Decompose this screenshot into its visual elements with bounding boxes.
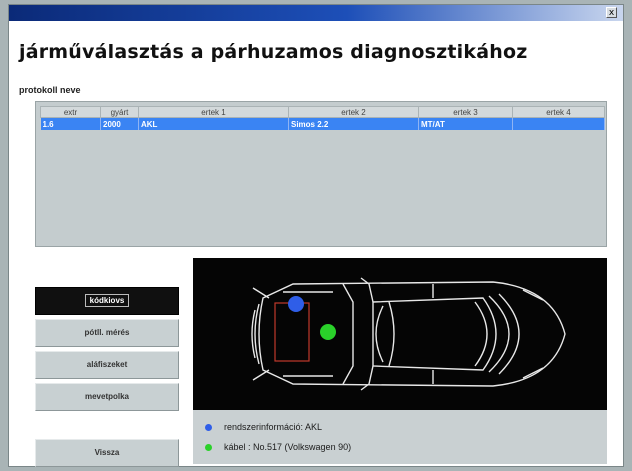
car-diagram	[193, 258, 607, 410]
legend-text: kábel : No.517 (Volkswagen 90)	[224, 442, 352, 452]
button-label: kódkiovs	[84, 294, 130, 307]
adjustment-button[interactable]: aláfiszeket	[35, 351, 179, 379]
system-info-marker	[288, 296, 304, 312]
back-button[interactable]: Vissza	[35, 439, 179, 467]
code-read-button[interactable]: kódkiovs	[35, 287, 179, 315]
extra-measure-button[interactable]: pótll. mérés	[35, 319, 179, 347]
table-cell: 2000	[100, 117, 139, 130]
column-header[interactable]: extr	[40, 106, 101, 118]
module-location-box	[274, 302, 310, 362]
table-cell	[512, 117, 605, 130]
table-cell: AKL	[138, 117, 289, 130]
table-cell: Simos 2.2	[288, 117, 419, 130]
column-header[interactable]: ertek 1	[138, 106, 289, 118]
vehicle-table: extr gyárt ertek 1 ertek 2 ertek 3 ertek…	[40, 106, 605, 130]
table-cell: MT/AT	[418, 117, 513, 130]
legend-item-system: rendszerinformáció: AKL	[205, 422, 322, 432]
column-header[interactable]: ertek 2	[288, 106, 419, 118]
car-outline-icon	[251, 277, 566, 391]
page-title: járműválasztás a párhuzamos diagnosztiká…	[19, 41, 528, 63]
table-row-selected[interactable]: 1.6 2000 AKL Simos 2.2 MT/AT	[40, 117, 605, 130]
column-header[interactable]: ertek 3	[418, 106, 513, 118]
protocol-label: protokoll neve	[19, 85, 81, 95]
blue-dot-icon	[205, 424, 212, 432]
close-button[interactable]: x	[606, 7, 617, 18]
legend-text: rendszerinformáció: AKL	[224, 422, 323, 432]
parameter-button[interactable]: mevetpolka	[35, 383, 179, 411]
vehicle-diagram-panel: rendszerinformáció: AKL kábel : No.517 (…	[193, 258, 607, 464]
table-header-row: extr gyárt ertek 1 ertek 2 ertek 3 ertek…	[40, 106, 605, 118]
vehicle-table-panel: extr gyárt ertek 1 ertek 2 ertek 3 ertek…	[35, 101, 607, 247]
title-bar: x	[9, 5, 623, 21]
table-cell: 1.6	[40, 117, 101, 130]
column-header[interactable]: gyárt	[100, 106, 139, 118]
app-window: x járműválasztás a párhuzamos diagnoszti…	[8, 4, 624, 467]
green-dot-icon	[205, 444, 212, 452]
legend-item-cable: kábel : No.517 (Volkswagen 90)	[205, 442, 351, 452]
cable-marker	[320, 324, 336, 340]
column-header[interactable]: ertek 4	[512, 106, 605, 118]
